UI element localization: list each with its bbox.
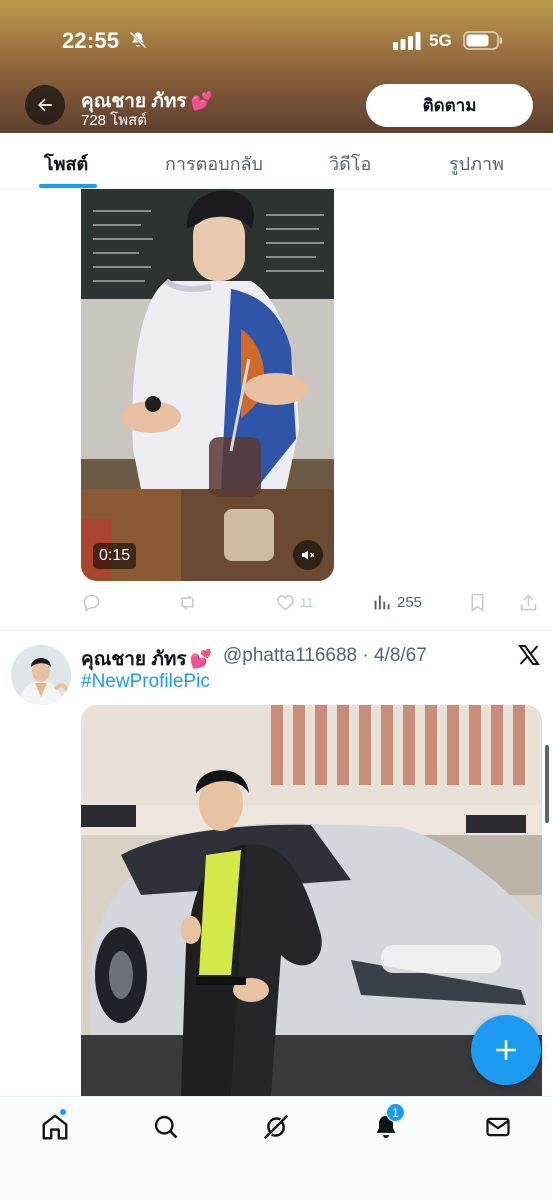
- like-button[interactable]: 11: [275, 592, 314, 613]
- speaker-muted-icon: [302, 550, 315, 560]
- hashtag-link[interactable]: #NewProfilePic: [81, 671, 210, 693]
- post-author-name[interactable]: คุณชาย ภัทร 💕: [81, 644, 212, 674]
- status-bar: 22:55 5G: [0, 0, 553, 82]
- post-author-name-text: คุณชาย ภัทร: [81, 649, 187, 670]
- network-type: 5G: [429, 31, 452, 50]
- search-icon: [154, 1115, 178, 1139]
- tab-posts[interactable]: โพสต์: [44, 149, 88, 178]
- avatar[interactable]: [11, 645, 71, 705]
- video-duration: 0:15: [93, 543, 137, 569]
- repost-button[interactable]: [177, 592, 198, 613]
- like-count: 11: [300, 595, 314, 610]
- views-button[interactable]: 255: [372, 592, 422, 613]
- home-new-dot: [59, 1108, 67, 1116]
- post-divider: [0, 630, 553, 631]
- reply-button[interactable]: [81, 592, 102, 613]
- profile-tabs: โพสต์ การตอบกลับ วิดีโอ รูปภาพ: [0, 133, 553, 189]
- heart-emoji: 💕: [189, 649, 212, 669]
- bottom-nav: 1: [0, 1096, 553, 1200]
- post-actions: 11 255: [0, 588, 553, 618]
- avatar-image: [11, 645, 71, 705]
- compose-button[interactable]: [471, 1015, 541, 1085]
- home-icon: [42, 1114, 68, 1140]
- share-button[interactable]: [518, 592, 539, 613]
- share-icon: [520, 594, 537, 611]
- post-handle-date[interactable]: @phatta116688 · 4/8/67: [223, 645, 427, 667]
- mute-button[interactable]: [293, 540, 323, 570]
- view-count: 255: [397, 594, 423, 611]
- tab-videos[interactable]: วิดีโอ: [329, 149, 371, 178]
- bookmark-icon: [471, 593, 484, 612]
- nav-search[interactable]: [150, 1111, 182, 1143]
- post-video[interactable]: [81, 189, 334, 581]
- back-button[interactable]: [25, 85, 65, 125]
- scrollbar[interactable]: [545, 745, 549, 823]
- repost-icon: [181, 594, 194, 611]
- signal-icon: [393, 32, 421, 50]
- arrow-left-icon: [38, 98, 52, 112]
- reply-icon: [83, 594, 100, 612]
- video-thumbnail: [81, 189, 334, 581]
- heart-icon: [277, 595, 294, 611]
- grok-icon: [263, 1114, 289, 1140]
- x-logo-icon: [518, 645, 540, 665]
- follow-button[interactable]: ติดตาม: [366, 84, 533, 127]
- nav-grok[interactable]: [260, 1111, 292, 1143]
- profile-header: 22:55 5G คุณชาย ภัทร 💕 728 โพสต์ ติดตาม: [0, 0, 553, 133]
- nav-messages[interactable]: [482, 1111, 514, 1143]
- heart-emoji: 💕: [190, 91, 213, 111]
- nav-home[interactable]: [39, 1108, 71, 1143]
- mail-icon: [486, 1117, 510, 1137]
- bell-off-icon: [129, 31, 147, 49]
- analytics-icon: [374, 595, 390, 610]
- status-time: 22:55: [62, 28, 120, 53]
- notification-badge: 1: [386, 1103, 405, 1122]
- battery-icon: [463, 31, 502, 50]
- post-count: 728 โพสต์: [81, 112, 148, 129]
- tab-photos[interactable]: รูปภาพ: [449, 149, 504, 178]
- active-tab-indicator: [39, 184, 97, 188]
- bookmark-button[interactable]: [467, 592, 488, 613]
- nav-notifications[interactable]: 1: [370, 1103, 405, 1143]
- plus-icon: [496, 1040, 516, 1060]
- tab-replies[interactable]: การตอบกลับ: [165, 149, 263, 178]
